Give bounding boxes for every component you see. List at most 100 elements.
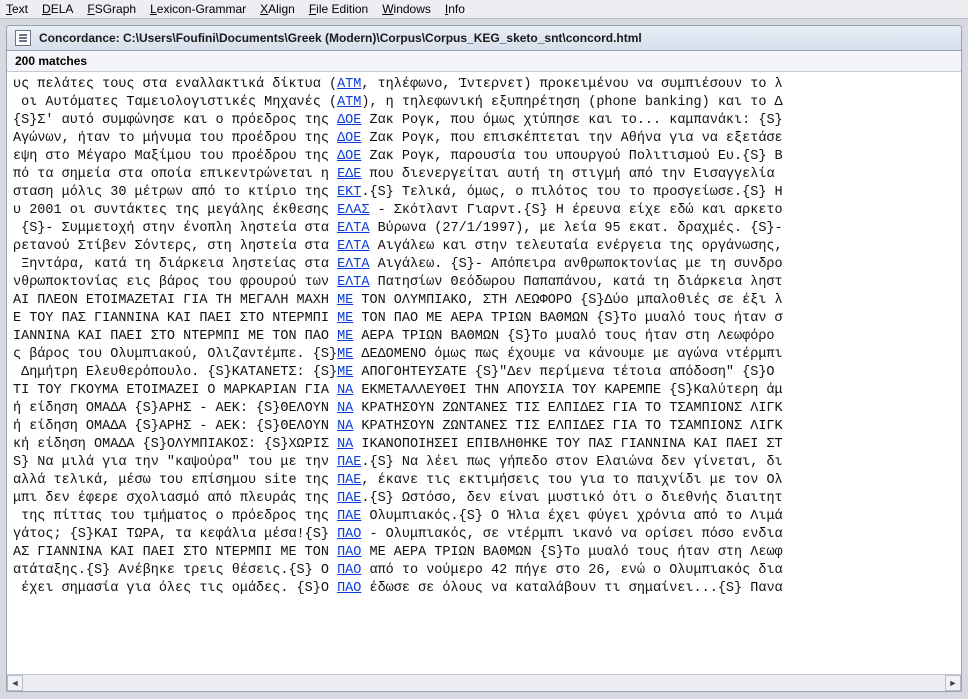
concordance-view[interactable]: υς πελάτες τους στα εναλλακτικά δίκτυα (… (7, 72, 961, 674)
concordance-row[interactable]: ς βάρος του Ολυμπιακού, Ολιζαντέμπε. {S}… (13, 346, 955, 364)
concordance-row[interactable]: έχει σημασία για όλες τις ομάδες. {S}Ο Π… (13, 580, 955, 598)
concordance-row[interactable]: υ 2001 οι συντάκτες της μεγάλης έκθεσης … (13, 202, 955, 220)
row-right: Ολυμπιακός.{S} Ο Ήλια έχει φύγει χρόνια … (361, 509, 782, 524)
row-keyword[interactable]: ΠΑΟ (337, 581, 361, 596)
row-keyword[interactable]: ΔΟΕ (337, 131, 361, 146)
row-left: γάτος; {S}ΚΑΙ ΤΩΡΑ, τα κεφάλια μέσα!{S} (13, 527, 337, 542)
menu-xalign[interactable]: XAlign (260, 2, 295, 16)
concordance-row[interactable]: υς πελάτες τους στα εναλλακτικά δίκτυα (… (13, 76, 955, 94)
row-keyword[interactable]: ΜΕ (337, 329, 353, 344)
concordance-row[interactable]: {S}Σ' αυτό συμφώνησε και ο πρόεδρος της … (13, 112, 955, 130)
row-left: ς βάρος του Ολυμπιακού, Ολιζαντέμπε. {S} (13, 347, 337, 362)
row-keyword[interactable]: ΠΑΕ (337, 509, 361, 524)
row-left: Αγώνων, ήταν το μήνυμα του προέδρου της (13, 131, 337, 146)
row-left: Δημήτρη Ελευθερόπουλο. {S}ΚΑΤΑΝΕΤΣ: {S} (13, 365, 337, 380)
row-keyword[interactable]: ΠΑΕ (337, 491, 361, 506)
row-right: ΤΟΝ ΠΑΟ ΜΕ ΑΕΡΑ ΤΡΙΩΝ ΒΑΘΜΩΝ {S}Το μυαλό… (353, 311, 782, 326)
concordance-row[interactable]: οι Αυτόματες Ταμειολογιστικές Μηχανές (Α… (13, 94, 955, 112)
row-right: Αιγάλεω και στην τελευταία ενέργεια της … (369, 239, 782, 254)
row-keyword[interactable]: ΕΔΕ (337, 167, 361, 182)
concordance-row[interactable]: ΤΙ ΤΟΥ ΓΚΟΥΜΑ ΕΤΟΙΜΑΖΕΙ Ο ΜΑΡΚΑΡΙΑΝ ΓΙΑ … (13, 382, 955, 400)
concordance-row[interactable]: σταση μόλις 30 μέτρων από το κτίριο της … (13, 184, 955, 202)
row-right: που διενεργείται αυτή τη στιγμή από την … (361, 167, 774, 182)
row-right: ΕΚΜΕΤΑΛΛΕΥΘΕΙ ΤΗΝ ΑΠΟΥΣΙΑ ΤΟΥ ΚΑΡΕΜΠΕ {S… (353, 383, 782, 398)
row-keyword[interactable]: ΕΛΑΣ (337, 203, 369, 218)
row-keyword[interactable]: ΝΑ (337, 419, 353, 434)
window-titlebar[interactable]: Concordance: C:\Users\Foufini\Documents\… (6, 25, 962, 51)
concordance-panel: 200 matches υς πελάτες τους στα εναλλακτ… (6, 51, 962, 692)
row-keyword[interactable]: ΜΕ (337, 293, 353, 308)
row-keyword[interactable]: ΠΑΟ (337, 545, 361, 560)
row-left: εψη στο Μέγαρο Μαξίμου του προέδρου της (13, 149, 337, 164)
row-keyword[interactable]: ΠΑΕ (337, 473, 361, 488)
row-keyword[interactable]: ΕΛΤΑ (337, 275, 369, 290)
concordance-row[interactable]: γάτος; {S}ΚΑΙ ΤΩΡΑ, τα κεφάλια μέσα!{S} … (13, 526, 955, 544)
concordance-row[interactable]: Δημήτρη Ελευθερόπουλο. {S}ΚΑΤΑΝΕΤΣ: {S}Μ… (13, 364, 955, 382)
horizontal-scrollbar[interactable]: ◄ ► (7, 674, 961, 691)
row-keyword[interactable]: ΔΟΕ (337, 149, 361, 164)
menubar: Text DELA FSGraph Lexicon-Grammar XAlign File… (0, 0, 968, 19)
concordance-row[interactable]: {S}- Συμμετοχή στην ένοπλη ληστεία στα Ε… (13, 220, 955, 238)
row-keyword[interactable]: ΕΛΤΑ (337, 221, 369, 236)
row-keyword[interactable]: ΝΑ (337, 437, 353, 452)
row-left: υς πελάτες τους στα εναλλακτικά δίκτυα ( (13, 77, 337, 92)
concordance-row[interactable]: μπι δεν έφερε σχολιασμό από πλευράς της … (13, 490, 955, 508)
concordance-row[interactable]: Ε ΤΟΥ ΠΑΣ ΓΙΑΝΝΙΝΑ ΚΑΙ ΠΑΕΙ ΣΤΟ ΝΤΕΡΜΠΙ … (13, 310, 955, 328)
concordance-row[interactable]: S} Να μιλά για την "καψούρα" του με την … (13, 454, 955, 472)
row-keyword[interactable]: ΝΑ (337, 401, 353, 416)
match-count: 200 matches (7, 51, 961, 72)
concordance-row[interactable]: Αγώνων, ήταν το μήνυμα του προέδρου της … (13, 130, 955, 148)
row-keyword[interactable]: ΕΚΤ (337, 185, 361, 200)
concordance-row[interactable]: ΑΣ ΓΙΑΝΝΙΝΑ ΚΑΙ ΠΑΕΙ ΣΤΟ ΝΤΕΡΜΠΙ ΜΕ ΤΟΝ … (13, 544, 955, 562)
menu-lexicon-grammar[interactable]: Lexicon-Grammar (150, 2, 246, 16)
row-keyword[interactable]: ΑΤΜ (337, 95, 361, 110)
row-keyword[interactable]: ΔΟΕ (337, 113, 361, 128)
row-left: έχει σημασία για όλες τις ομάδες. {S}Ο (13, 581, 337, 596)
concordance-row[interactable]: ή είδηση ΟΜΑΔΑ {S}ΑΡΗΣ - ΑΕΚ: {S}ΘΕΛΟΥΝ … (13, 418, 955, 436)
concordance-row[interactable]: ΑΙ ΠΛΕΟΝ ΕΤΟΙΜΑΖΕΤΑΙ ΓΙΑ ΤΗ ΜΕΓΑΛΗ ΜΑΧΗ … (13, 292, 955, 310)
row-left: υ 2001 οι συντάκτες της μεγάλης έκθεσης (13, 203, 337, 218)
row-keyword[interactable]: ΜΕ (337, 347, 353, 362)
window-title: Concordance: C:\Users\Foufini\Documents\… (39, 31, 642, 45)
menu-info[interactable]: Info (445, 2, 465, 16)
concordance-row[interactable]: ατάταξης.{S} Ανέβηκε τρεις θέσεις.{S} Ο … (13, 562, 955, 580)
concordance-row[interactable]: ΙΑΝΝΙΝΑ ΚΑΙ ΠΑΕΙ ΣΤΟ ΝΤΕΡΜΠΙ ΜΕ ΤΟΝ ΠΑΟ … (13, 328, 955, 346)
row-keyword[interactable]: ΜΕ (337, 365, 353, 380)
concordance-row[interactable]: κή είδηση ΟΜΑΔΑ {S}ΟΛΥΜΠΙΑΚΟΣ: {S}ΧΩΡΙΣ … (13, 436, 955, 454)
row-keyword[interactable]: ΠΑΟ (337, 527, 361, 542)
concordance-row[interactable]: πό τα σημεία στα οποία επικεντρώνεται η … (13, 166, 955, 184)
menu-file-edition[interactable]: File Edition (309, 2, 368, 16)
concordance-row[interactable]: αλλά τελικά, μέσω του επίσημου site της … (13, 472, 955, 490)
concordance-row[interactable]: ή είδηση ΟΜΑΔΑ {S}ΑΡΗΣ - ΑΕΚ: {S}ΘΕΛΟΥΝ … (13, 400, 955, 418)
row-keyword[interactable]: ΠΑΟ (337, 563, 361, 578)
row-keyword[interactable]: ΜΕ (337, 311, 353, 326)
row-keyword[interactable]: ΝΑ (337, 383, 353, 398)
scroll-track[interactable] (23, 675, 945, 691)
scroll-left-button[interactable]: ◄ (7, 675, 23, 691)
row-left: S} Να μιλά για την "καψούρα" του με την (13, 455, 337, 470)
menu-fsgraph[interactable]: FSGraph (87, 2, 136, 16)
concordance-row[interactable]: εψη στο Μέγαρο Μαξίμου του προέδρου της … (13, 148, 955, 166)
row-left: ΑΣ ΓΙΑΝΝΙΝΑ ΚΑΙ ΠΑΕΙ ΣΤΟ ΝΤΕΡΜΠΙ ΜΕ ΤΟΝ (13, 545, 337, 560)
row-keyword[interactable]: ΑΤΜ (337, 77, 361, 92)
row-left: ρετανού Στίβεν Σόντερς, στη ληστεία στα (13, 239, 337, 254)
concordance-row[interactable]: νθρωποκτονίας εις βάρος του φρουρού των … (13, 274, 955, 292)
concordance-row[interactable]: της πίττας του τμήματος ο πρόεδρος της Π… (13, 508, 955, 526)
row-keyword[interactable]: ΠΑΕ (337, 455, 361, 470)
concordance-row[interactable]: Ξηντάρα, κατά τη διάρκεια ληστείας στα Ε… (13, 256, 955, 274)
concordance-row[interactable]: ρετανού Στίβεν Σόντερς, στη ληστεία στα … (13, 238, 955, 256)
row-right: Πατησίων Θεόδωρου Παπαπάνου, κατά τη διά… (369, 275, 782, 290)
concordance-text[interactable]: υς πελάτες τους στα εναλλακτικά δίκτυα (… (7, 72, 961, 602)
menu-text[interactable]: Text (6, 2, 28, 16)
row-keyword[interactable]: ΕΛΤΑ (337, 257, 369, 272)
row-left: {S}Σ' αυτό συμφώνησε και ο πρόεδρος της (13, 113, 337, 128)
row-left: κή είδηση ΟΜΑΔΑ {S}ΟΛΥΜΠΙΑΚΟΣ: {S}ΧΩΡΙΣ (13, 437, 337, 452)
row-left: ή είδηση ΟΜΑΔΑ {S}ΑΡΗΣ - ΑΕΚ: {S}ΘΕΛΟΥΝ (13, 401, 337, 416)
menu-dela[interactable]: DELA (42, 2, 73, 16)
scroll-right-button[interactable]: ► (945, 675, 961, 691)
menu-windows[interactable]: Windows (382, 2, 431, 16)
window-icon (15, 30, 31, 46)
row-left: ατάταξης.{S} Ανέβηκε τρεις θέσεις.{S} Ο (13, 563, 337, 578)
row-keyword[interactable]: ΕΛΤΑ (337, 239, 369, 254)
row-right: .{S} Να λέει πως γήπεδο στον Ελαιώνα δεν… (361, 455, 782, 470)
